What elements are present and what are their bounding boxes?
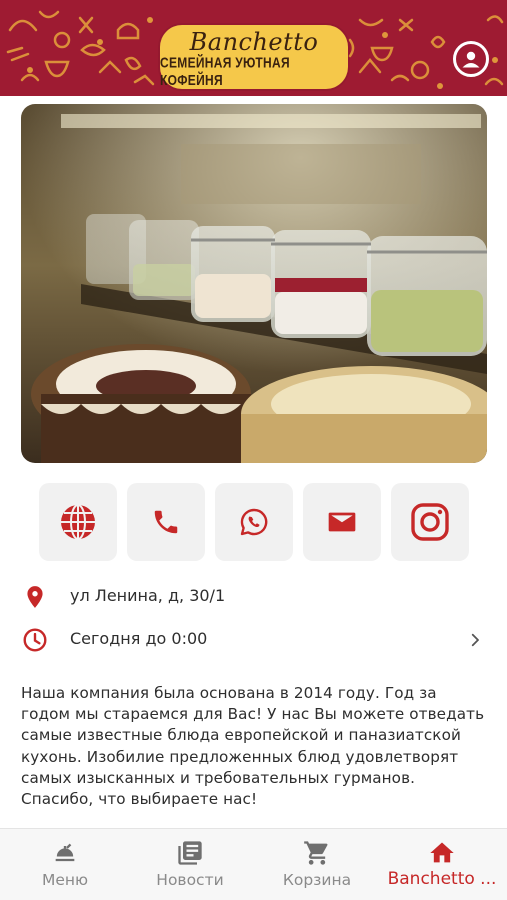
home-icon	[430, 842, 454, 863]
address-text: ул Ленина, д, 30/1	[70, 586, 226, 605]
location-pin-icon	[27, 586, 43, 608]
hours-row[interactable]: Сегодня до 0:00	[0, 625, 507, 655]
nav-menu[interactable]: Меню	[25, 829, 105, 900]
website-button[interactable]	[39, 483, 117, 561]
phone-button[interactable]	[127, 483, 205, 561]
contact-actions	[39, 483, 469, 561]
whatsapp-button[interactable]	[215, 483, 293, 561]
hours-text: Сегодня до 0:00	[70, 629, 208, 648]
nav-menu-label: Меню	[41, 871, 89, 889]
nav-cart[interactable]: Корзина	[267, 829, 367, 900]
logo-name: Banchetto	[189, 28, 319, 56]
chevron-right-icon	[471, 633, 479, 647]
whatsapp-icon	[240, 508, 268, 536]
mail-icon	[328, 512, 356, 532]
account-circle-icon	[462, 51, 480, 68]
globe-icon	[61, 504, 95, 540]
clock-icon	[23, 628, 47, 652]
instagram-button[interactable]	[391, 483, 469, 561]
dessert-showcase-image	[21, 104, 487, 463]
bottom-navigation: Меню Новости Корзина Banchetto ...	[0, 828, 507, 900]
logo-tagline: СЕМЕЙНАЯ УЮТНАЯ КОФЕЙНЯ	[160, 53, 290, 89]
nav-home[interactable]: Banchetto ...	[380, 829, 504, 900]
email-button[interactable]	[303, 483, 381, 561]
cafe-description: Наша компания была основана в 2014 году.…	[21, 684, 485, 809]
address-row[interactable]: ул Ленина, д, 30/1	[0, 582, 507, 612]
news-icon	[178, 841, 202, 865]
brand-logo: Banchetto СЕМЕЙНАЯ УЮТНАЯ КОФЕЙНЯ	[160, 25, 348, 89]
menu-dish-icon	[55, 843, 75, 862]
cart-icon	[304, 841, 328, 865]
cafe-photo	[21, 104, 487, 463]
nav-news-label: Новости	[156, 871, 224, 889]
phone-icon	[154, 510, 178, 534]
nav-news[interactable]: Новости	[140, 829, 240, 900]
account-button[interactable]	[453, 41, 489, 77]
instagram-icon	[411, 503, 449, 541]
app-header: Banchetto СЕМЕЙНАЯ УЮТНАЯ КОФЕЙНЯ	[0, 0, 507, 96]
nav-cart-label: Корзина	[282, 871, 352, 889]
nav-home-label: Banchetto ...	[387, 869, 497, 889]
